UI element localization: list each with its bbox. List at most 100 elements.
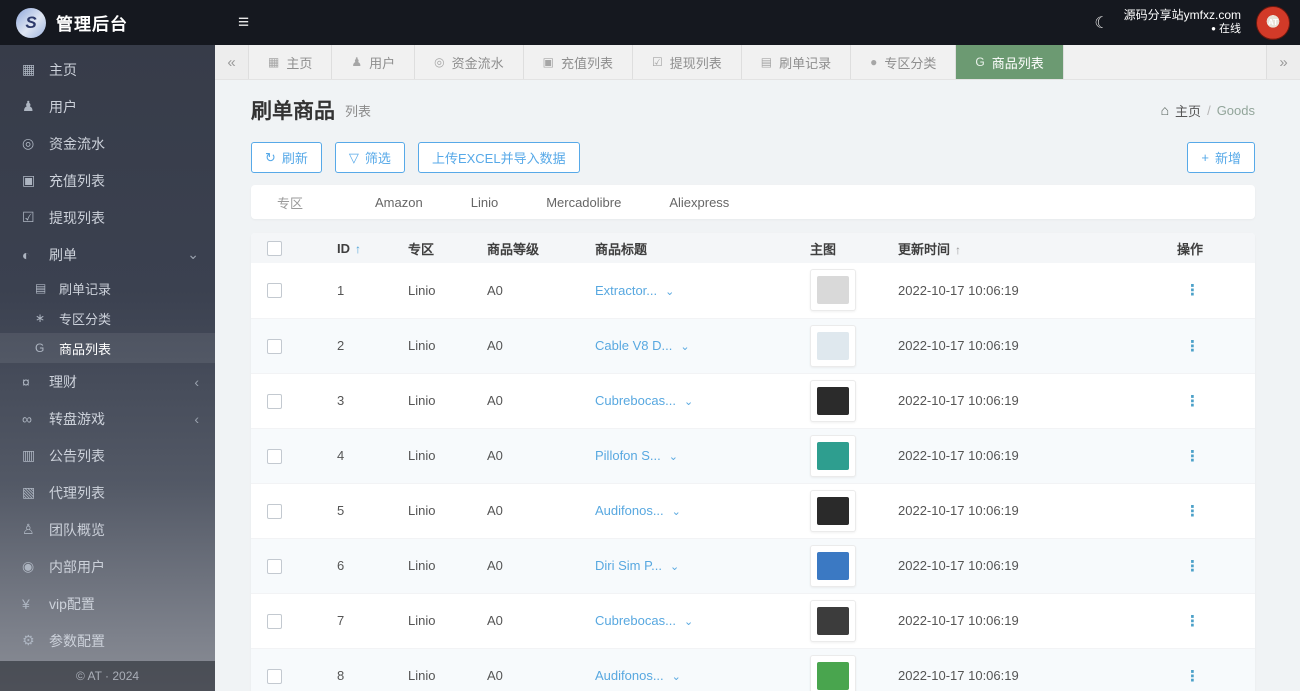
col-header-grade[interactable]: 商品等级 bbox=[487, 233, 595, 263]
chevron-left-icon: ‹ bbox=[194, 411, 199, 427]
product-thumbnail[interactable] bbox=[810, 435, 856, 477]
filter-button[interactable]: ▽ 筛选 bbox=[335, 142, 405, 173]
row-actions-button[interactable]: ⋮ bbox=[1177, 282, 1200, 299]
tab-zone-category[interactable]: ●专区分类 bbox=[851, 45, 956, 79]
row-checkbox[interactable] bbox=[267, 504, 282, 519]
sidebar-item-wheel-game[interactable]: ∞转盘游戏‹ bbox=[0, 400, 215, 437]
row-checkbox[interactable] bbox=[267, 669, 282, 684]
product-thumbnail[interactable] bbox=[810, 269, 856, 311]
zone-option-mercadolibre[interactable]: Mercadolibre bbox=[546, 195, 621, 210]
plus-icon: + bbox=[1201, 150, 1209, 165]
row-actions-button[interactable]: ⋮ bbox=[1177, 613, 1200, 630]
zone-option-amazon[interactable]: Amazon bbox=[375, 195, 423, 210]
sidebar-item-withdraw-list[interactable]: ☑提现列表 bbox=[0, 199, 215, 236]
product-title-link[interactable]: Cable V8 D... bbox=[595, 338, 672, 353]
sidebar-item-notice-list[interactable]: ▥公告列表 bbox=[0, 437, 215, 474]
sort-asc-icon[interactable]: ↑ bbox=[955, 243, 961, 257]
product-thumbnail[interactable] bbox=[810, 490, 856, 532]
app-title: 管理后台 bbox=[56, 10, 128, 35]
breadcrumb-home[interactable]: 主页 bbox=[1175, 101, 1201, 120]
add-button[interactable]: + 新增 bbox=[1187, 142, 1255, 173]
expand-caret-icon[interactable]: ⌄ bbox=[670, 561, 679, 573]
row-actions-button[interactable]: ⋮ bbox=[1177, 338, 1200, 355]
row-actions-button[interactable]: ⋮ bbox=[1177, 448, 1200, 465]
product-title-link[interactable]: Extractor... bbox=[595, 283, 657, 298]
tab-goods-list[interactable]: G商品列表 bbox=[956, 45, 1063, 79]
refresh-button[interactable]: ↻ 刷新 bbox=[251, 142, 322, 173]
sidebar-item-finance[interactable]: ¤理财‹ bbox=[0, 363, 215, 400]
product-title-link[interactable]: Audifonos... bbox=[595, 668, 664, 683]
row-actions-button[interactable]: ⋮ bbox=[1177, 393, 1200, 410]
row-checkbox[interactable] bbox=[267, 614, 282, 629]
expand-caret-icon[interactable]: ⌄ bbox=[672, 506, 681, 518]
tab-withdraw-list[interactable]: ☑提现列表 bbox=[633, 45, 742, 79]
avatar[interactable]: AT bbox=[1256, 6, 1290, 40]
sidebar-item-vip-config[interactable]: ¥vip配置 bbox=[0, 585, 215, 622]
tab-label: 商品列表 bbox=[992, 53, 1044, 72]
sidebar-item-recharge-list[interactable]: ▣充值列表 bbox=[0, 162, 215, 199]
sidebar-item-users[interactable]: ♟用户 bbox=[0, 88, 215, 125]
sidebar-item-internal-users[interactable]: ◉内部用户 bbox=[0, 548, 215, 585]
row-actions-button[interactable]: ⋮ bbox=[1177, 558, 1200, 575]
expand-caret-icon[interactable]: ⌄ bbox=[665, 286, 674, 298]
expand-caret-icon[interactable]: ⌄ bbox=[669, 451, 678, 463]
product-title-link[interactable]: Cubrebocas... bbox=[595, 613, 676, 628]
goods-table-body: 1LinioA0Extractor...⌄2022-10-17 10:06:19… bbox=[251, 263, 1255, 691]
row-checkbox[interactable] bbox=[267, 559, 282, 574]
row-actions-button[interactable]: ⋮ bbox=[1177, 503, 1200, 520]
sidebar-toggle-button[interactable]: ≡ bbox=[238, 12, 249, 34]
product-thumbnail[interactable] bbox=[810, 380, 856, 422]
sidebar-item-label: 刷单 bbox=[49, 245, 187, 265]
notice-list-icon: ▥ bbox=[22, 447, 49, 464]
product-thumbnail[interactable] bbox=[810, 600, 856, 642]
zone-option-linio[interactable]: Linio bbox=[471, 195, 498, 210]
row-actions-button[interactable]: ⋮ bbox=[1177, 668, 1200, 685]
sidebar-item-team-overview[interactable]: ♙团队概览 bbox=[0, 511, 215, 548]
sidebar-item-agent-list[interactable]: ▧代理列表 bbox=[0, 474, 215, 511]
product-title-link[interactable]: Diri Sim P... bbox=[595, 558, 662, 573]
zone-option-aliexpress[interactable]: Aliexpress bbox=[669, 195, 729, 210]
sidebar-item-order-record[interactable]: ▤刷单记录 bbox=[0, 273, 215, 303]
product-title-link[interactable]: Cubrebocas... bbox=[595, 393, 676, 408]
dark-mode-toggle[interactable]: ☾ bbox=[1094, 13, 1108, 33]
row-checkbox[interactable] bbox=[267, 394, 282, 409]
tab-recharge-list[interactable]: ▣充值列表 bbox=[524, 45, 633, 79]
goods-table-card: ID↑ 专区 商品等级 商品标题 主图 更新时间↑ 操作 1LinioA0Ext… bbox=[251, 233, 1255, 691]
sidebar-item-zone-category[interactable]: ∗专区分类 bbox=[0, 303, 215, 333]
sort-asc-icon[interactable]: ↑ bbox=[355, 242, 361, 256]
product-title-link[interactable]: Pillofon S... bbox=[595, 448, 661, 463]
tab-home[interactable]: ▦主页 bbox=[249, 45, 332, 79]
sidebar-item-params-config[interactable]: ⚙参数配置 bbox=[0, 622, 215, 659]
select-all-checkbox[interactable] bbox=[267, 241, 282, 256]
tab-users[interactable]: ♟用户 bbox=[332, 45, 415, 79]
cell-updated: 2022-10-17 10:06:19 bbox=[898, 648, 1177, 691]
tab-order-record[interactable]: ▤刷单记录 bbox=[742, 45, 851, 79]
product-title-link[interactable]: Audifonos... bbox=[595, 503, 664, 518]
tabs-scroll-right-button[interactable]: » bbox=[1266, 45, 1300, 79]
sidebar-item-home[interactable]: ▦主页 bbox=[0, 51, 215, 88]
tabs-scroll-left-button[interactable]: « bbox=[215, 45, 249, 79]
site-link[interactable]: 源码分享站ymfxz.com bbox=[1124, 8, 1241, 23]
sidebar-item-brush-order[interactable]: ◐刷单⌄ bbox=[0, 236, 215, 273]
expand-caret-icon[interactable]: ⌄ bbox=[684, 616, 693, 628]
sidebar-item-goods-list[interactable]: G商品列表 bbox=[0, 333, 215, 363]
col-header-zone[interactable]: 专区 bbox=[408, 233, 487, 263]
expand-caret-icon[interactable]: ⌄ bbox=[680, 341, 689, 353]
tab-funds-flow[interactable]: ◎资金流水 bbox=[415, 45, 524, 79]
row-checkbox[interactable] bbox=[267, 339, 282, 354]
product-thumbnail[interactable] bbox=[810, 325, 856, 367]
product-thumbnail[interactable] bbox=[810, 655, 856, 691]
expand-caret-icon[interactable]: ⌄ bbox=[672, 671, 681, 683]
table-header-row: ID↑ 专区 商品等级 商品标题 主图 更新时间↑ 操作 bbox=[251, 233, 1255, 263]
col-header-id[interactable]: ID bbox=[337, 241, 350, 256]
home-icon: ⌂ bbox=[1161, 102, 1169, 118]
row-checkbox[interactable] bbox=[267, 449, 282, 464]
sidebar-item-funds-flow[interactable]: ◎资金流水 bbox=[0, 125, 215, 162]
product-thumbnail[interactable] bbox=[810, 545, 856, 587]
col-header-updated[interactable]: 更新时间 bbox=[898, 242, 950, 257]
col-header-title[interactable]: 商品标题 bbox=[595, 233, 810, 263]
sidebar-item-label: 刷单记录 bbox=[59, 279, 199, 298]
expand-caret-icon[interactable]: ⌄ bbox=[684, 396, 693, 408]
row-checkbox[interactable] bbox=[267, 283, 282, 298]
upload-excel-button[interactable]: 上传EXCEL并导入数据 bbox=[418, 142, 580, 173]
